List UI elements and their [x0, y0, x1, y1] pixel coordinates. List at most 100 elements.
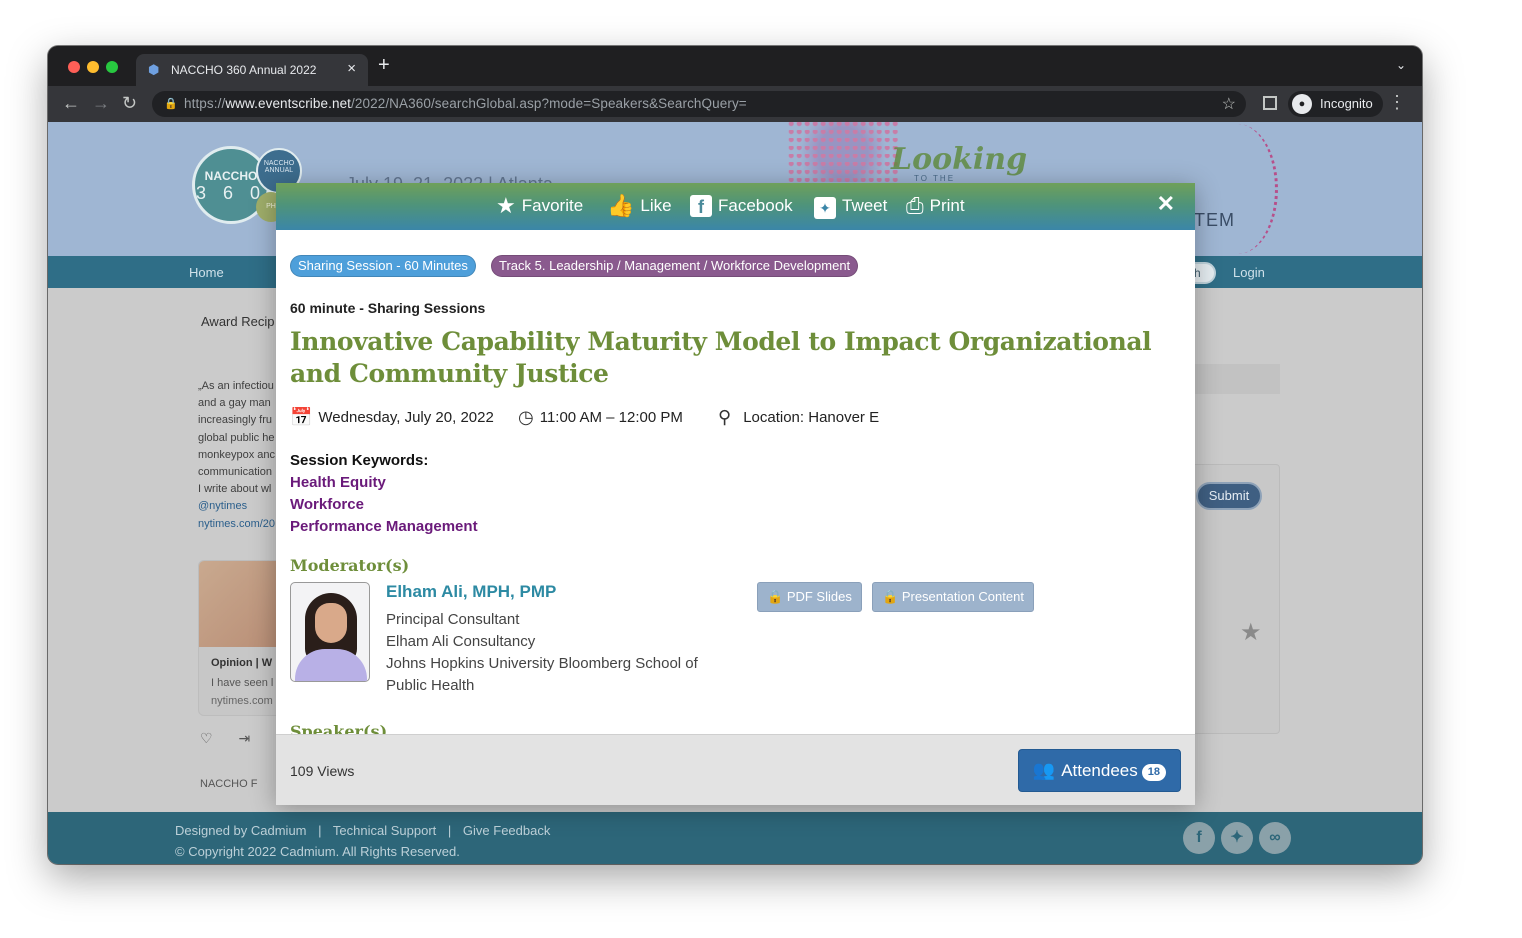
facebook-share-button[interactable]: f Facebook: [690, 193, 793, 219]
tab-title: NACCHO 360 Annual 2022: [171, 63, 317, 77]
clock-icon: ◷: [518, 407, 534, 427]
tweet-button[interactable]: ✦ Tweet: [814, 193, 887, 219]
twitter-icon[interactable]: ✦: [1221, 822, 1253, 854]
share-icon[interactable]: ⇥: [238, 730, 250, 746]
session-location: ⚲ Location: Hanover E: [718, 406, 879, 429]
keyword-link[interactable]: Health Equity: [290, 474, 386, 491]
browser-toolbar: ← → ↻ 🔒 https://www.eventscribe.net/2022…: [48, 86, 1422, 122]
printer-icon: ⎙: [906, 193, 924, 218]
moderator-name-link[interactable]: Elham Ali, MPH, PMP: [386, 582, 556, 602]
back-arrow-icon[interactable]: ←: [62, 92, 80, 114]
tweet-line: increasingly fru: [198, 414, 272, 427]
facebook-icon[interactable]: f: [1183, 822, 1215, 854]
banner-to-the: TO THE: [914, 174, 956, 183]
tweet-actions: ♡ ⇥: [200, 730, 250, 747]
banner-looking: Looking: [891, 142, 1028, 177]
news-card-text: I have seen l: [211, 677, 274, 689]
session-type-badge[interactable]: Sharing Session - 60 Minutes: [290, 255, 476, 277]
news-card-title: Opinion | W: [211, 657, 273, 669]
tweet-line: I write about wl: [198, 483, 272, 496]
favorite-button[interactable]: ★ Favorite: [496, 193, 583, 219]
tweet-url-link[interactable]: nytimes.com/20: [198, 516, 288, 533]
print-label: Print: [929, 196, 965, 215]
browser-tab[interactable]: ⬢ NACCHO 360 Annual 2022 ×: [136, 54, 368, 86]
side-panel-icon[interactable]: [1263, 96, 1277, 110]
attendees-count-badge: 18: [1141, 764, 1166, 781]
tweet-handle-link[interactable]: @nytimes: [198, 498, 288, 515]
close-window-button[interactable]: [68, 61, 80, 73]
naccho-retweet-label: NACCHO F: [200, 778, 258, 790]
close-icon[interactable]: ✕: [1157, 191, 1175, 217]
lock-icon: 🔒: [882, 589, 899, 604]
url-text: https://www.eventscribe.net/2022/NA360/s…: [184, 96, 747, 111]
time-text: 11:00 AM – 12:00 PM: [539, 409, 683, 426]
banner-ring-graphic: [1198, 124, 1278, 254]
moderator-photo[interactable]: [290, 582, 370, 682]
views-count: 109 Views: [290, 763, 355, 779]
photo-face: [315, 603, 347, 643]
facebook-label: Facebook: [718, 196, 793, 215]
session-time: ◷ 11:00 AM – 12:00 PM: [518, 406, 683, 429]
location-text: Location: Hanover E: [743, 409, 880, 426]
tab-search-chevron-icon[interactable]: ⌄: [1396, 58, 1406, 72]
moderators-heading: Moderator(s): [290, 556, 410, 575]
site-favicon-icon: ⬢: [148, 62, 160, 77]
address-bar[interactable]: 🔒 https://www.eventscribe.net/2022/NA360…: [152, 91, 1246, 117]
bookmark-star-icon[interactable]: ☆: [1222, 94, 1236, 114]
forward-arrow-icon[interactable]: →: [92, 92, 110, 114]
date-text: Wednesday, July 20, 2022: [318, 409, 494, 426]
thumbs-up-icon: 👍: [607, 193, 635, 218]
map-pin-icon: ⚲: [718, 407, 732, 427]
like-button[interactable]: 👍 Like: [607, 193, 672, 219]
tab-strip: ⬢ NACCHO 360 Annual 2022 × + ⌄: [48, 46, 1422, 86]
session-category: 60 minute - Sharing Sessions: [290, 300, 486, 316]
keyword-link[interactable]: Workforce: [290, 496, 364, 513]
link-icon[interactable]: ∞: [1259, 822, 1291, 854]
banner-dots-graphic: [788, 122, 898, 182]
moderator-org: Elham Ali Consultancy: [386, 633, 536, 650]
moderator-title: Principal Consultant: [386, 611, 520, 628]
tweet-label: Tweet: [842, 196, 888, 215]
tweet-line: „As an infectiou: [198, 380, 274, 392]
minimize-window-button[interactable]: [87, 61, 99, 73]
news-card-link: nytimes.com: [211, 695, 273, 707]
print-button[interactable]: ⎙ Print: [906, 193, 965, 219]
browser-menu-icon[interactable]: ⋮: [1388, 92, 1406, 113]
nav-home-link[interactable]: Home: [189, 265, 224, 280]
right-sidebar-bar: [1192, 364, 1280, 394]
track-badge[interactable]: Track 5. Leadership / Management / Workf…: [491, 255, 859, 277]
modal-footer: 109 Views 👥 Attendees 18: [276, 734, 1195, 805]
users-icon: 👥: [1032, 760, 1056, 780]
speakers-heading: Speaker(s): [290, 722, 388, 734]
maximize-window-button[interactable]: [106, 61, 118, 73]
tweet-line: communication: [198, 466, 272, 479]
favorite-star-icon[interactable]: ★: [1240, 618, 1262, 647]
incognito-profile-button[interactable]: ● Incognito: [1288, 91, 1383, 117]
session-title: Innovative Capability Maturity Model to …: [290, 327, 1152, 388]
keywords-label: Session Keywords:: [290, 452, 429, 469]
news-card[interactable]: Opinion | W I have seen l nytimes.com: [198, 560, 288, 716]
facebook-icon: f: [690, 195, 712, 217]
submit-button[interactable]: Submit: [1196, 482, 1262, 510]
tab-close-icon[interactable]: ×: [347, 60, 356, 77]
pdf-slides-button[interactable]: 🔒 PDF Slides: [757, 582, 862, 612]
pdf-slides-label: PDF Slides: [786, 589, 852, 604]
presentation-content-button[interactable]: 🔒 Presentation Content: [872, 582, 1034, 612]
site-footer: Designed by Cadmium | Technical Support …: [48, 812, 1422, 864]
new-tab-button[interactable]: +: [378, 55, 390, 75]
give-feedback-link[interactable]: Give Feedback: [463, 823, 550, 838]
reload-icon[interactable]: ↻: [122, 92, 137, 114]
attendees-button[interactable]: 👥 Attendees 18: [1017, 749, 1181, 792]
favorite-label: Favorite: [521, 196, 584, 215]
footer-links: Designed by Cadmium | Technical Support …: [175, 823, 550, 838]
keyword-link[interactable]: Performance Management: [290, 518, 478, 535]
nav-login-link[interactable]: Login: [1233, 265, 1265, 280]
lock-icon: 🔒: [164, 98, 178, 110]
modal-header: ★ Favorite 👍 Like f Facebook ✦ Tweet ⎙ Print …: [276, 183, 1195, 230]
award-heading: Award Recip: [201, 314, 275, 329]
profile-label: Incognito: [1320, 96, 1373, 111]
heart-icon[interactable]: ♡: [200, 730, 213, 746]
moderator-affiliation: Public Health: [386, 677, 475, 694]
designed-by-link[interactable]: Designed by Cadmium: [175, 823, 307, 838]
technical-support-link[interactable]: Technical Support: [333, 823, 436, 838]
